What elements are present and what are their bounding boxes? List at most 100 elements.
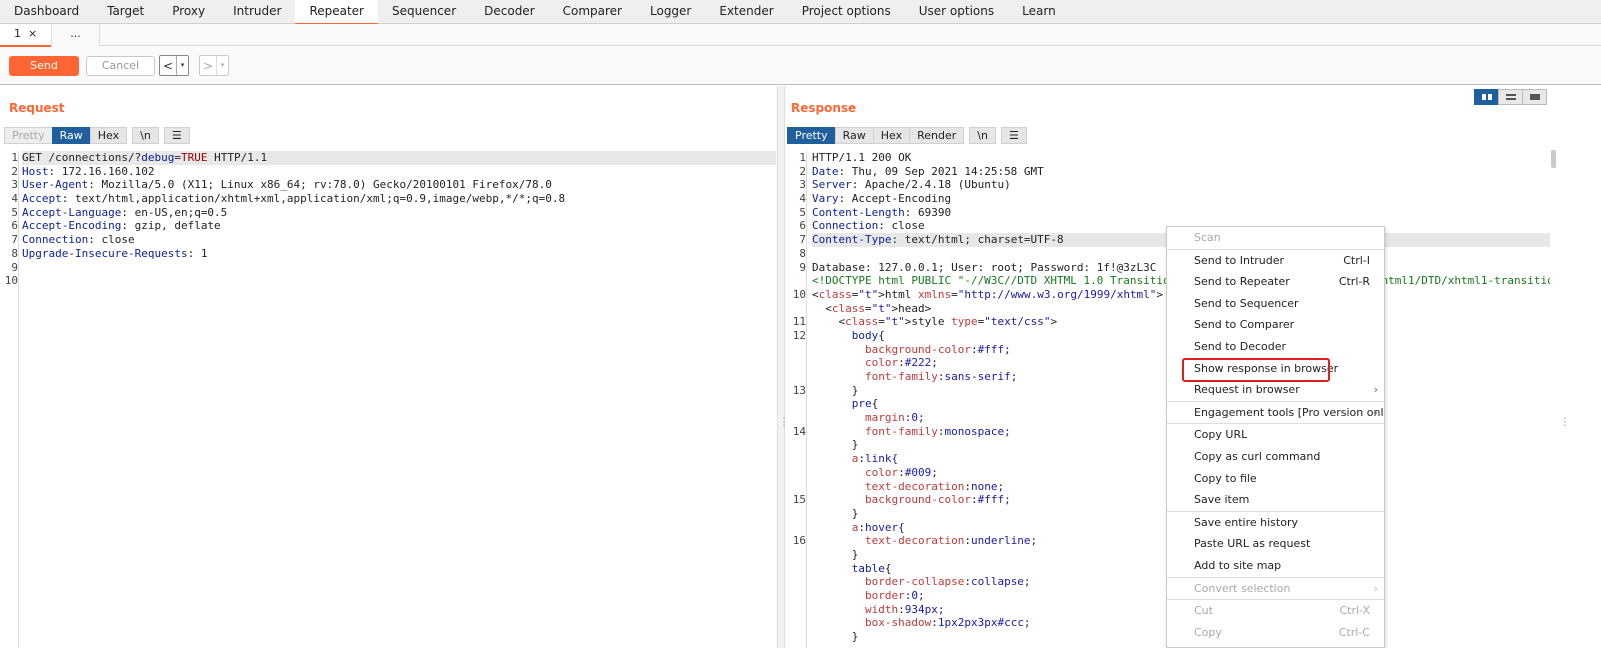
newline-toggle-button[interactable]: \n	[969, 127, 996, 144]
request-editor[interactable]: GET /connections/?debug=TRUE HTTP/1.1 Hos…	[22, 151, 776, 648]
code-line: User-Agent: Mozilla/5.0 (X11; Linux x86_…	[22, 178, 552, 192]
menu-item-save-item[interactable]: Save item	[1167, 489, 1384, 511]
tab-project-options[interactable]: Project options	[788, 0, 905, 24]
repeater-tab-1[interactable]: 1 ×	[0, 24, 53, 47]
menu-item-show-response-in-browser[interactable]: Show response in browser	[1167, 358, 1384, 380]
code-line: GET /connections/?debug=TRUE HTTP/1.1	[22, 151, 776, 165]
menu-item-label: Convert selection	[1194, 581, 1291, 595]
line-number	[786, 521, 806, 535]
tab-decoder[interactable]: Decoder	[470, 0, 549, 24]
menu-item-save-entire-history[interactable]: Save entire history	[1167, 512, 1384, 534]
menu-icon[interactable]: ☰	[163, 127, 190, 144]
line-number: 6	[799, 219, 806, 233]
response-scrollbar[interactable]	[1551, 150, 1556, 168]
tabbed-layout-button[interactable]	[1522, 89, 1547, 105]
line-number	[786, 274, 806, 288]
tab-repeater[interactable]: Repeater	[295, 0, 378, 25]
tab-learn[interactable]: Learn	[1008, 0, 1070, 24]
menu-item-copy[interactable]: Copy Ctrl-C	[1167, 622, 1384, 644]
tab-target[interactable]: Target	[93, 0, 158, 24]
tab-hex[interactable]: Hex	[89, 127, 128, 144]
chevron-down-icon[interactable]: ▾	[176, 56, 188, 75]
line-number	[786, 466, 806, 480]
tab-comparer[interactable]: Comparer	[549, 0, 636, 24]
side-by-side-layout-button[interactable]	[1474, 89, 1499, 105]
shortcut-label: Ctrl-I	[1343, 253, 1370, 267]
line-number	[786, 411, 806, 425]
menu-item-request-in-browser[interactable]: Request in browser ›	[1167, 379, 1384, 401]
menu-item-send-to-comparer[interactable]: Send to Comparer	[1167, 314, 1384, 336]
menu-item-label: Engagement tools [Pro version only]	[1194, 405, 1385, 419]
split-divider[interactable]: ⋮	[777, 86, 789, 648]
tab-layout-icon	[1530, 94, 1540, 100]
repeater-tab-bar: 1 × ...	[0, 24, 1601, 47]
response-title: Response	[791, 101, 857, 115]
back-arrow-icon: <	[162, 58, 174, 73]
line-number: 10	[4, 274, 18, 288]
menu-item-copy-as-curl[interactable]: Copy as curl command	[1167, 446, 1384, 468]
newline-toggle-button[interactable]: \n	[132, 127, 159, 144]
line-number	[786, 603, 806, 617]
tab-raw[interactable]: Raw	[51, 127, 91, 144]
shortcut-label: Ctrl-X	[1339, 604, 1370, 618]
menu-item-label: Send to Intruder	[1194, 253, 1285, 267]
menu-item-convert-selection[interactable]: Convert selection ›	[1167, 578, 1384, 600]
line-number: 5	[799, 205, 806, 219]
line-number: 16	[792, 534, 806, 548]
menu-item-label: Send to Repeater	[1194, 275, 1290, 289]
line-number	[786, 302, 806, 316]
line-number	[786, 480, 806, 494]
tab-extender[interactable]: Extender	[705, 0, 787, 24]
line-number: 8	[799, 246, 806, 260]
menu-item-cut[interactable]: Cut Ctrl-X	[1167, 600, 1384, 622]
grip-icon: ⋮	[1560, 417, 1570, 428]
line-number	[786, 356, 806, 370]
shortcut-label: Ctrl-R	[1338, 275, 1370, 289]
line-number: 12	[792, 328, 806, 342]
line-number: 11	[792, 315, 806, 329]
chevron-right-icon: ›	[1373, 383, 1378, 397]
tab-hex[interactable]: Hex	[872, 127, 911, 144]
menu-item-paste-url-as-request[interactable]: Paste URL as request	[1167, 533, 1384, 555]
tab-raw[interactable]: Raw	[834, 127, 874, 144]
code-line: Accept: text/html,application/xhtml+xml,…	[22, 192, 566, 206]
columns-icon	[1482, 94, 1492, 100]
tab-proxy[interactable]: Proxy	[158, 0, 219, 24]
menu-item-copy-url[interactable]: Copy URL	[1167, 424, 1384, 446]
back-history-button[interactable]: < ▾	[159, 55, 189, 76]
tab-dashboard[interactable]: Dashboard	[0, 0, 93, 24]
tab-pretty[interactable]: Pretty	[787, 127, 836, 144]
line-number: 9	[799, 260, 806, 274]
tab-sequencer[interactable]: Sequencer	[378, 0, 470, 24]
tab-pretty[interactable]: Pretty	[4, 127, 53, 144]
menu-item-scan[interactable]: Scan	[1167, 227, 1384, 249]
tab-render[interactable]: Render	[909, 127, 965, 144]
tab-user-options[interactable]: User options	[905, 0, 1008, 24]
code-line: Connection: close	[22, 233, 135, 247]
menu-icon[interactable]: ☰	[1000, 127, 1027, 144]
menu-item-copy-to-file[interactable]: Copy to file	[1167, 468, 1384, 490]
close-icon[interactable]: ×	[28, 27, 37, 40]
line-number: 4	[799, 192, 806, 206]
code-line: Host: 172.16.160.102	[22, 164, 155, 178]
send-button[interactable]: Send	[9, 56, 79, 76]
menu-item-send-to-intruder[interactable]: Send to Intruder Ctrl-I	[1167, 250, 1384, 272]
menu-item-add-to-site-map[interactable]: Add to site map	[1167, 555, 1384, 577]
menu-item-engagement-tools[interactable]: Engagement tools [Pro version only] ›	[1167, 402, 1384, 424]
request-title: Request	[9, 101, 65, 115]
menu-item-send-to-repeater[interactable]: Send to Repeater Ctrl-R	[1167, 271, 1384, 293]
line-number: 7	[11, 233, 18, 247]
menu-item-send-to-decoder[interactable]: Send to Decoder	[1167, 336, 1384, 358]
response-line-numbers: 123456789 10 11 12 13 14 15 16	[786, 151, 807, 648]
tab-intruder[interactable]: Intruder	[219, 0, 295, 24]
menu-item-send-to-sequencer[interactable]: Send to Sequencer	[1167, 293, 1384, 315]
new-tab-button[interactable]: ...	[52, 24, 100, 46]
chevron-down-icon[interactable]: ▾	[216, 56, 228, 75]
line-number: 3	[11, 178, 18, 192]
forward-history-button[interactable]: > ▾	[199, 55, 229, 76]
tab-logger[interactable]: Logger	[636, 0, 705, 24]
main-tab-bar: Dashboard Target Proxy Intruder Repeater Sequ…	[0, 0, 1601, 25]
code-line: Date: Thu, 09 Sep 2021 14:25:58 GMT	[812, 164, 1044, 178]
stacked-layout-button[interactable]	[1498, 89, 1523, 105]
cancel-button[interactable]: Cancel	[86, 56, 155, 76]
